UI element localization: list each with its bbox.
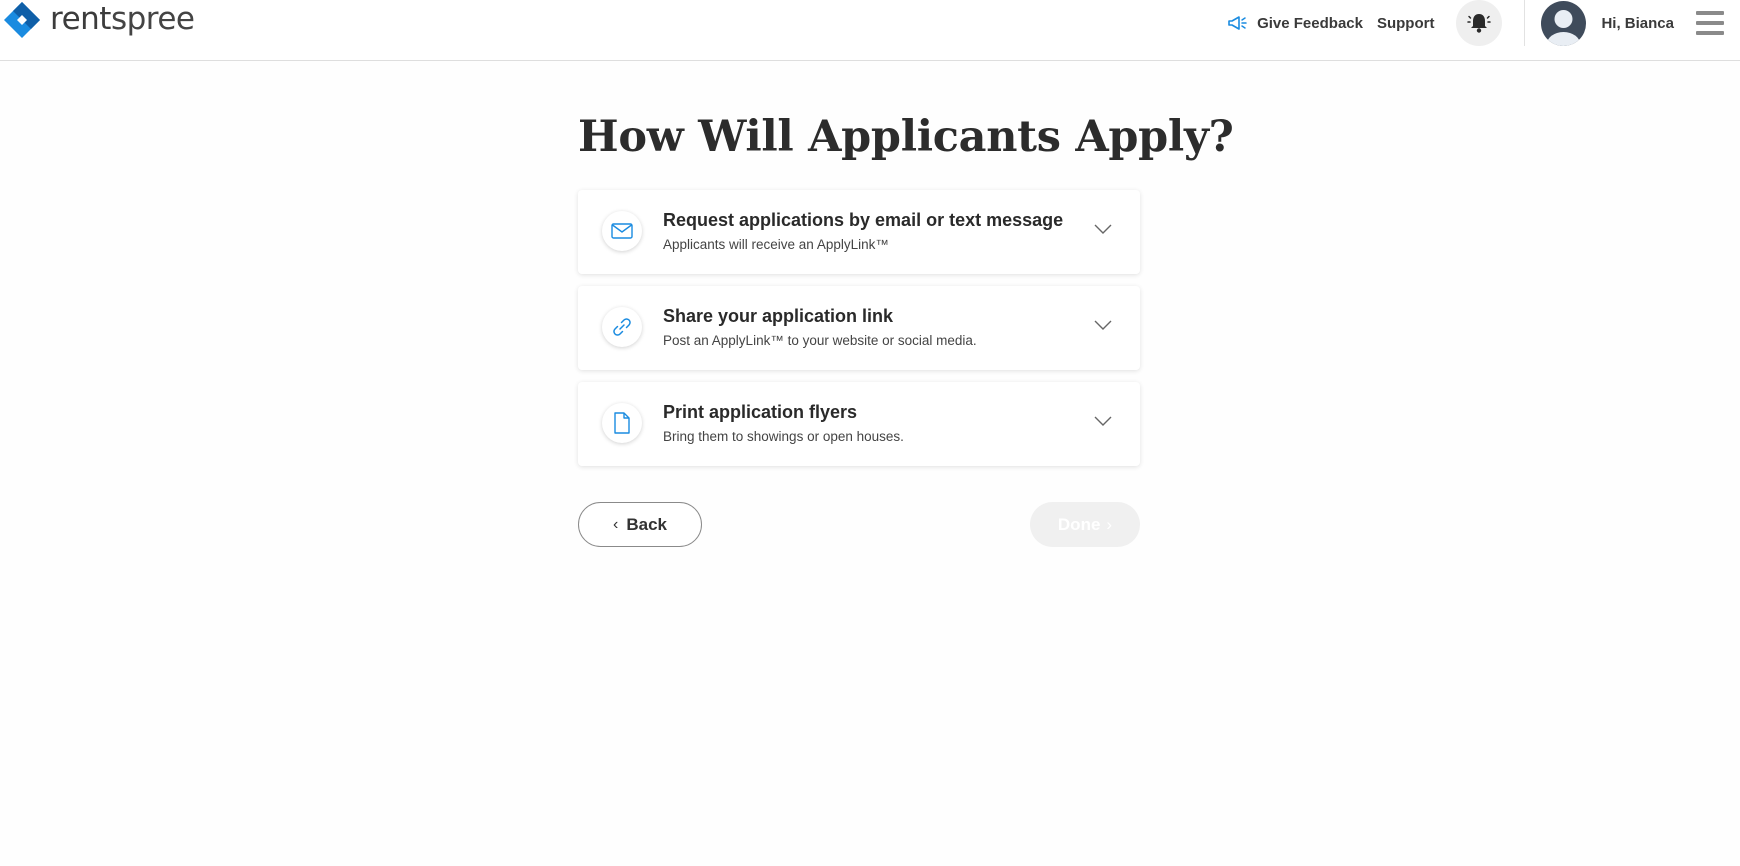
user-avatar-icon xyxy=(1546,9,1581,46)
chevron-down-icon[interactable] xyxy=(1094,416,1112,426)
logo-text-rent: rent xyxy=(50,1,111,37)
support-link[interactable]: Support xyxy=(1377,15,1435,32)
back-button[interactable]: ‹ Back xyxy=(578,502,702,547)
option-icon-wrapper xyxy=(602,403,642,443)
back-button-label: Back xyxy=(626,514,667,534)
page-title: How Will Applicants Apply? xyxy=(578,112,1234,162)
envelope-icon xyxy=(611,223,633,239)
give-feedback-button[interactable]: Give Feedback xyxy=(1227,15,1363,32)
option-card-share-link[interactable]: Share your application link Post an Appl… xyxy=(578,286,1140,370)
bell-icon xyxy=(1467,14,1492,33)
option-title: Request applications by email or text me… xyxy=(663,210,1064,230)
option-icon-wrapper xyxy=(602,307,642,347)
option-title: Share your application link xyxy=(663,306,894,326)
top-navigation-bar: rentspree Give Feedback Support Hi, Bian… xyxy=(0,0,1740,61)
option-subtitle: Bring them to showings or open houses. xyxy=(663,429,904,444)
option-card-print-flyers[interactable]: Print application flyers Bring them to s… xyxy=(578,382,1140,466)
hamburger-menu-icon[interactable] xyxy=(1696,11,1724,35)
link-icon xyxy=(613,318,631,336)
megaphone-icon xyxy=(1228,16,1247,30)
user-avatar[interactable] xyxy=(1541,0,1587,46)
notifications-button[interactable] xyxy=(1456,0,1503,46)
header-divider xyxy=(1524,0,1526,46)
give-feedback-label: Give Feedback xyxy=(1257,14,1363,32)
option-icon-wrapper xyxy=(602,211,642,251)
option-subtitle: Applicants will receive an ApplyLink™ xyxy=(663,237,889,252)
option-subtitle: Post an ApplyLink™ to your website or so… xyxy=(663,333,977,348)
logo-text-spree: spree xyxy=(110,1,195,37)
done-button-label: Done xyxy=(1057,514,1101,534)
option-card-request-applications[interactable]: Request applications by email or text me… xyxy=(578,190,1140,274)
logo-mark-icon xyxy=(0,0,44,44)
chevron-down-icon[interactable] xyxy=(1094,320,1112,330)
user-greeting[interactable]: Hi, Bianca xyxy=(1601,15,1674,32)
done-button[interactable]: Done › xyxy=(1030,502,1140,547)
document-icon xyxy=(614,412,630,434)
chevron-right-icon: › xyxy=(1106,514,1113,534)
rentspree-logo[interactable]: rentspree xyxy=(0,0,195,44)
chevron-left-icon: ‹ xyxy=(613,515,619,533)
chevron-down-icon[interactable] xyxy=(1094,224,1112,234)
option-title: Print application flyers xyxy=(663,402,858,422)
